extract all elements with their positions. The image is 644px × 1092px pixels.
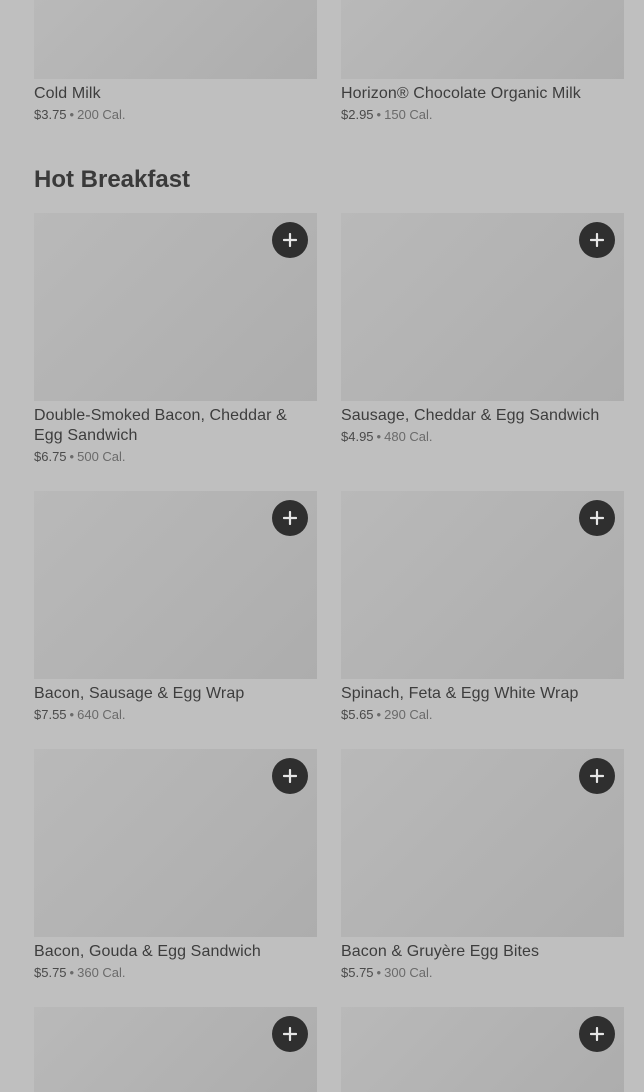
- separator-dot: •: [69, 965, 75, 980]
- item-meta: $5.75 • 300 Cal.: [341, 964, 624, 982]
- add-to-order-button[interactable]: [272, 1016, 308, 1052]
- item-price: $3.75: [34, 107, 67, 122]
- menu-item[interactable]: Bacon, Sausage & Egg Wrap $7.55 • 640 Cal.: [34, 491, 317, 724]
- item-name: Bacon, Gouda & Egg Sandwich: [34, 943, 261, 960]
- plus-icon: [283, 511, 297, 525]
- plus-icon: [590, 1027, 604, 1041]
- item-name: Bacon & Gruyère Egg Bites: [341, 943, 540, 960]
- menu-item-chocolate-milk[interactable]: Horizon® Chocolate Organic Milk $2.95 • 15…: [341, 0, 624, 124]
- add-to-order-button[interactable]: [272, 500, 308, 536]
- item-name: Spinach, Feta & Egg White Wrap: [341, 685, 579, 702]
- product-image[interactable]: [34, 213, 317, 401]
- menu-item[interactable]: [34, 1007, 317, 1092]
- product-image[interactable]: [341, 749, 624, 937]
- item-calories: 480 Cal.: [384, 429, 433, 444]
- item-meta: $5.75 • 360 Cal.: [34, 964, 317, 982]
- product-image[interactable]: [341, 213, 624, 401]
- item-meta: $5.65 • 290 Cal.: [341, 706, 624, 724]
- item-calories: 300 Cal.: [384, 965, 433, 980]
- item-meta: $4.95 • 480 Cal.: [341, 428, 624, 446]
- item-name: Sausage, Cheddar & Egg Sandwich: [341, 407, 600, 424]
- product-image[interactable]: [34, 0, 317, 79]
- item-price: $2.95: [341, 107, 374, 122]
- item-calories: 150 Cal.: [384, 107, 433, 122]
- product-image[interactable]: [341, 1007, 624, 1092]
- menu-item[interactable]: Sausage, Cheddar & Egg Sandwich $4.95 • 48…: [341, 213, 624, 446]
- menu-item[interactable]: Spinach, Feta & Egg White Wrap $5.65 • 290…: [341, 491, 624, 724]
- item-meta: $3.75 • 200 Cal.: [34, 106, 317, 124]
- add-to-order-button[interactable]: [579, 500, 615, 536]
- plus-icon: [590, 511, 604, 525]
- product-image[interactable]: [34, 749, 317, 937]
- separator-dot: •: [69, 449, 75, 464]
- item-price: $7.55: [34, 707, 67, 722]
- item-meta: $2.95 • 150 Cal.: [341, 106, 624, 124]
- item-calories: 640 Cal.: [77, 707, 126, 722]
- item-meta: $6.75 • 500 Cal.: [34, 448, 317, 466]
- separator-dot: •: [69, 107, 75, 122]
- menu-item[interactable]: Bacon, Gouda & Egg Sandwich $5.75 • 360 Ca…: [34, 749, 317, 982]
- item-price: $4.95: [341, 429, 374, 444]
- section-title: Hot Breakfast: [34, 166, 191, 193]
- add-to-order-button[interactable]: [272, 758, 308, 794]
- item-price: $6.75: [34, 449, 67, 464]
- plus-icon: [283, 233, 297, 247]
- menu-item[interactable]: Double-Smoked Bacon, Cheddar & Egg Sandw…: [34, 213, 317, 466]
- item-calories: 290 Cal.: [384, 707, 433, 722]
- item-name: Cold Milk: [34, 85, 101, 102]
- separator-dot: •: [376, 707, 382, 722]
- separator-dot: •: [376, 965, 382, 980]
- item-meta: $7.55 • 640 Cal.: [34, 706, 317, 724]
- item-calories: 360 Cal.: [77, 965, 126, 980]
- product-image[interactable]: [34, 1007, 317, 1092]
- add-to-order-button[interactable]: [579, 758, 615, 794]
- separator-dot: •: [376, 107, 382, 122]
- menu-page: Cold Milk $3.75 • 200 Cal. Horizon® Chocol…: [0, 0, 644, 1092]
- item-name: Horizon® Chocolate Organic Milk: [341, 85, 581, 102]
- menu-item-cold-milk[interactable]: Cold Milk $3.75 • 200 Cal.: [34, 0, 317, 124]
- plus-icon: [590, 233, 604, 247]
- item-calories: 500 Cal.: [77, 449, 126, 464]
- add-to-order-button[interactable]: [579, 222, 615, 258]
- plus-icon: [283, 1027, 297, 1041]
- product-image[interactable]: [341, 491, 624, 679]
- plus-icon: [590, 769, 604, 783]
- item-name: Bacon, Sausage & Egg Wrap: [34, 685, 245, 702]
- add-to-order-button[interactable]: [272, 222, 308, 258]
- item-price: $5.75: [341, 965, 374, 980]
- item-name: Double-Smoked Bacon, Cheddar & Egg Sandw…: [34, 407, 287, 444]
- add-to-order-button[interactable]: [579, 1016, 615, 1052]
- item-price: $5.75: [34, 965, 67, 980]
- separator-dot: •: [69, 707, 75, 722]
- item-price: $5.65: [341, 707, 374, 722]
- plus-icon: [283, 769, 297, 783]
- separator-dot: •: [376, 429, 382, 444]
- item-calories: 200 Cal.: [77, 107, 126, 122]
- menu-item[interactable]: Bacon & Gruyère Egg Bites $5.75 • 300 Cal.: [341, 749, 624, 982]
- menu-item[interactable]: [341, 1007, 624, 1092]
- product-image[interactable]: [34, 491, 317, 679]
- product-image[interactable]: [341, 0, 624, 79]
